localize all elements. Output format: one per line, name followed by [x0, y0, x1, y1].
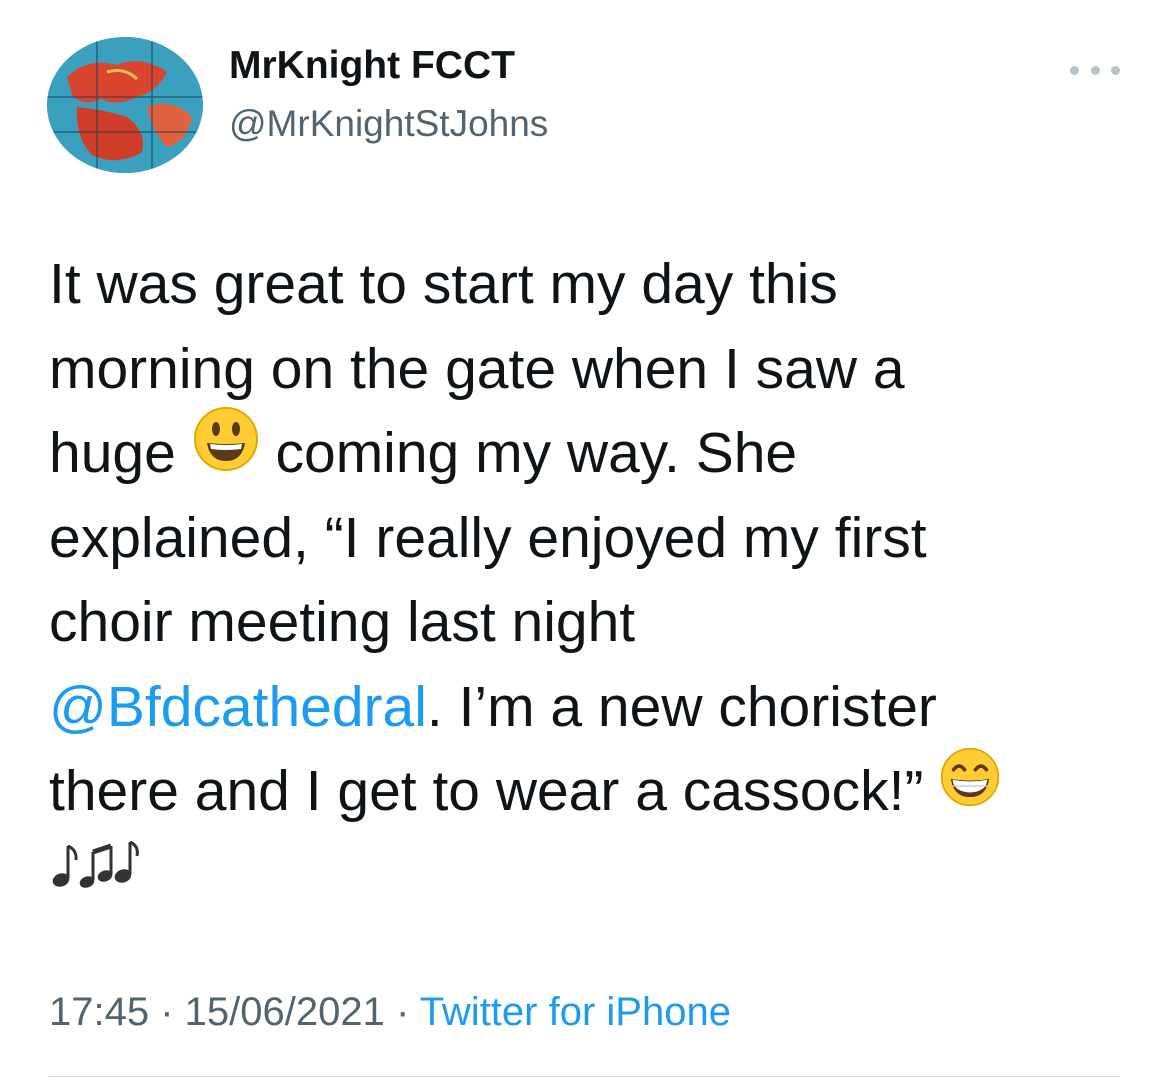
tweet-line: @Bfdcathedral. I’m a new chorister	[49, 665, 1124, 750]
tweet-date[interactable]: 15/06/2021	[185, 990, 385, 1034]
tweet-line: morning on the gate when I saw a	[49, 336, 905, 401]
tweet-line	[49, 834, 1124, 919]
tweet-line: choir meeting last night	[49, 590, 636, 654]
separator: ·	[384, 990, 420, 1034]
user-handle[interactable]: @MrKnightStJohns	[229, 103, 548, 145]
mention-link[interactable]: @Bfdcathedral	[49, 675, 427, 739]
display-name[interactable]: MrKnight FCCT	[229, 44, 515, 88]
globe-map-avatar-icon	[47, 37, 203, 173]
tweet-line: huge coming my way. She	[49, 407, 1124, 496]
tweet-line: there and I get to wear a cassock!”	[49, 746, 1124, 834]
divider	[49, 1076, 1120, 1077]
tweet-time[interactable]: 17:45	[49, 990, 149, 1034]
tweet-segment: huge	[49, 421, 176, 485]
tweet-text: It was great to start my day this mornin…	[49, 242, 1124, 918]
tweet-line: explained, “I really enjoyed my first	[49, 505, 927, 570]
musical-notes-emoji-icon	[49, 831, 139, 916]
tweet-segment: coming my way. She	[275, 421, 798, 485]
avatar[interactable]	[47, 37, 203, 173]
more-options-icon[interactable]	[1070, 62, 1120, 78]
tweet-source-link[interactable]: Twitter for iPhone	[420, 990, 731, 1034]
tweet-segment: . I’m a new chorister	[426, 674, 937, 739]
grinning-face-emoji-icon	[939, 746, 1001, 832]
tweet-meta: 17:45 · 15/06/2021 · Twitter for iPhone	[49, 990, 731, 1035]
tweet-segment: there and I get to wear a cassock!”	[49, 759, 924, 823]
separator: ·	[149, 990, 185, 1034]
smiley-face-emoji-icon	[192, 405, 260, 497]
tweet-line: It was great to start my day this	[49, 252, 838, 316]
